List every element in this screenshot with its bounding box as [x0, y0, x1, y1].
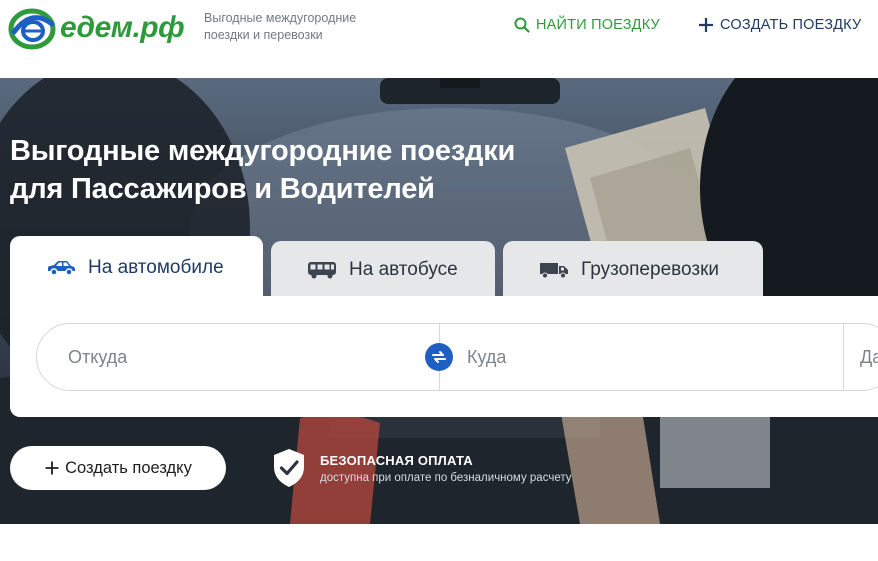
page-content-start	[0, 524, 878, 561]
create-trip-label: СОЗДАТЬ ПОЕЗДКУ	[720, 17, 862, 33]
tab-cargo[interactable]: Грузоперевозки	[503, 241, 763, 299]
find-trip-label: НАЙТИ ПОЕЗДКУ	[536, 17, 660, 33]
logo-text: едем.рф	[60, 11, 185, 44]
secure-payment-badge: БЕЗОПАСНАЯ ОПЛАТА доступна при оплате по…	[272, 448, 571, 488]
plus-icon	[698, 17, 714, 33]
logo[interactable]: едем.рф	[8, 6, 193, 50]
hero-title-line-2: для Пассажиров и Водителей	[10, 173, 435, 205]
from-field	[37, 324, 439, 390]
shield-check-icon	[272, 448, 306, 488]
date-input[interactable]	[844, 324, 878, 390]
search-icon	[514, 17, 530, 33]
swap-button[interactable]	[425, 343, 453, 371]
to-field	[439, 324, 843, 390]
site-tagline: Выгодные междугородние поездки и перевоз…	[204, 11, 357, 42]
from-input[interactable]	[37, 324, 439, 390]
hero-section: Выгодные междугородние поездки для Пасса…	[0, 78, 878, 524]
search-panel	[10, 296, 878, 417]
to-input[interactable]	[440, 324, 843, 390]
create-trip-button-label: Создать поездку	[65, 458, 192, 477]
tab-cargo-label: Грузоперевозки	[581, 259, 720, 280]
search-form	[36, 323, 878, 391]
find-trip-link[interactable]: НАЙТИ ПОЕЗДКУ	[514, 15, 660, 35]
hero-title-line-1: Выгодные междугородние поездки	[10, 135, 516, 167]
truck-icon	[539, 261, 569, 279]
create-trip-button[interactable]: Создать поездку	[10, 446, 226, 490]
secure-payment-subtitle: доступна при оплате по безналичному расч…	[320, 471, 572, 484]
tab-bus[interactable]: На автобусе	[271, 241, 495, 299]
secure-payment-text: БЕЗОПАСНАЯ ОПЛАТА доступна при оплате по…	[320, 453, 571, 484]
swap-arrows-icon	[432, 351, 446, 363]
plus-icon	[44, 460, 60, 476]
tab-car[interactable]: На автомобиле	[10, 236, 263, 299]
tab-bus-label: На автобусе	[349, 259, 458, 280]
secure-payment-title: БЕЗОПАСНАЯ ОПЛАТА	[320, 452, 473, 468]
hero-title: Выгодные междугородние поездки для Пасса…	[10, 132, 570, 208]
create-trip-link[interactable]: СОЗДАТЬ ПОЕЗДКУ	[698, 15, 861, 35]
date-field	[843, 324, 878, 390]
tab-car-label: На автомобиле	[88, 256, 224, 278]
car-icon	[46, 260, 76, 276]
site-header: едем.рф Выгодные междугородние поездки и…	[0, 0, 878, 78]
logo-icon	[8, 8, 56, 50]
bus-icon	[307, 261, 337, 279]
